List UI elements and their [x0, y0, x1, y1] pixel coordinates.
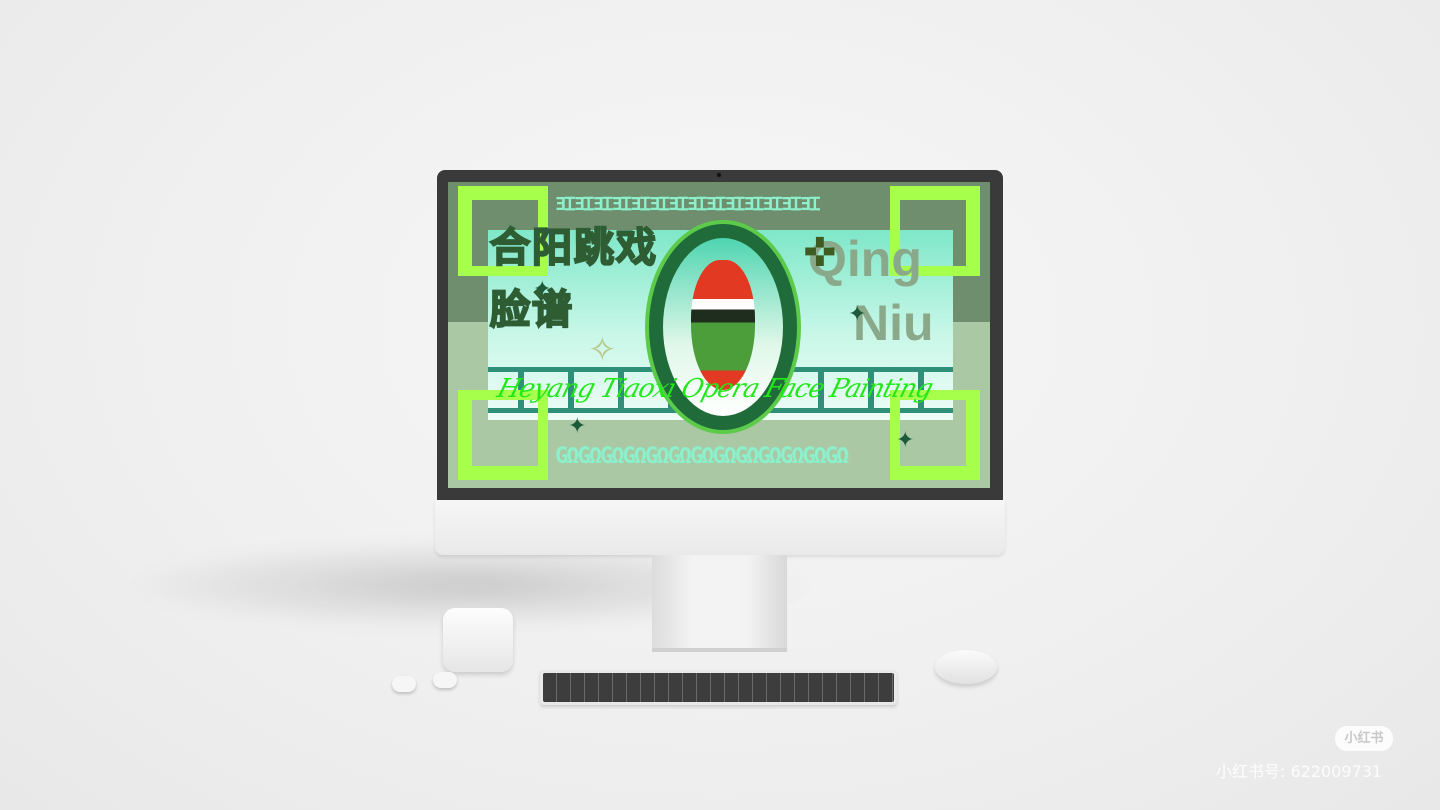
- sparkle-icon: ✧: [588, 330, 617, 370]
- sparkle-icon: ✦: [533, 277, 552, 302]
- bottom-pattern: GΩGΩGΩGΩGΩGΩGΩGΩGΩGΩGΩGΩGΩ: [555, 444, 849, 469]
- airpod-earbud: [433, 672, 457, 688]
- monitor-stand: [652, 555, 787, 652]
- watermark-id: 小红书号: 622009731: [1216, 762, 1383, 781]
- monitor-screen: ƎꞮƎꞮƎꞮƎꞮƎꞮƎꞮƎꞮƎꞮƎꞮƎꞮƎꞮƎꞮƎꞮƎꞮ GΩGΩGΩGΩGΩG…: [448, 182, 990, 488]
- sparkle-icon: ✦: [896, 428, 915, 453]
- sparkle-icon: ✦: [848, 302, 867, 327]
- subtitle-text: Heyang Tiaoxi Opera Face Painting: [493, 374, 936, 404]
- sparkle-icon: ✜: [803, 230, 837, 276]
- watermark-badge: 小红书: [1335, 726, 1393, 751]
- keyboard: [540, 670, 897, 705]
- sparkle-icon: ✦: [568, 414, 587, 439]
- camera-icon: [717, 173, 721, 177]
- mouse: [935, 650, 997, 684]
- title-cn-line2: 脸谱: [489, 287, 574, 333]
- top-pattern: ƎꞮƎꞮƎꞮƎꞮƎꞮƎꞮƎꞮƎꞮƎꞮƎꞮƎꞮƎꞮƎꞮƎꞮ: [555, 194, 820, 214]
- opera-mask: [691, 260, 755, 390]
- title-cn-line1: 合阳跳戏: [489, 225, 658, 271]
- airpod-earbud: [392, 676, 416, 692]
- airpods-case: [443, 608, 513, 672]
- monitor-chin: [435, 500, 1005, 555]
